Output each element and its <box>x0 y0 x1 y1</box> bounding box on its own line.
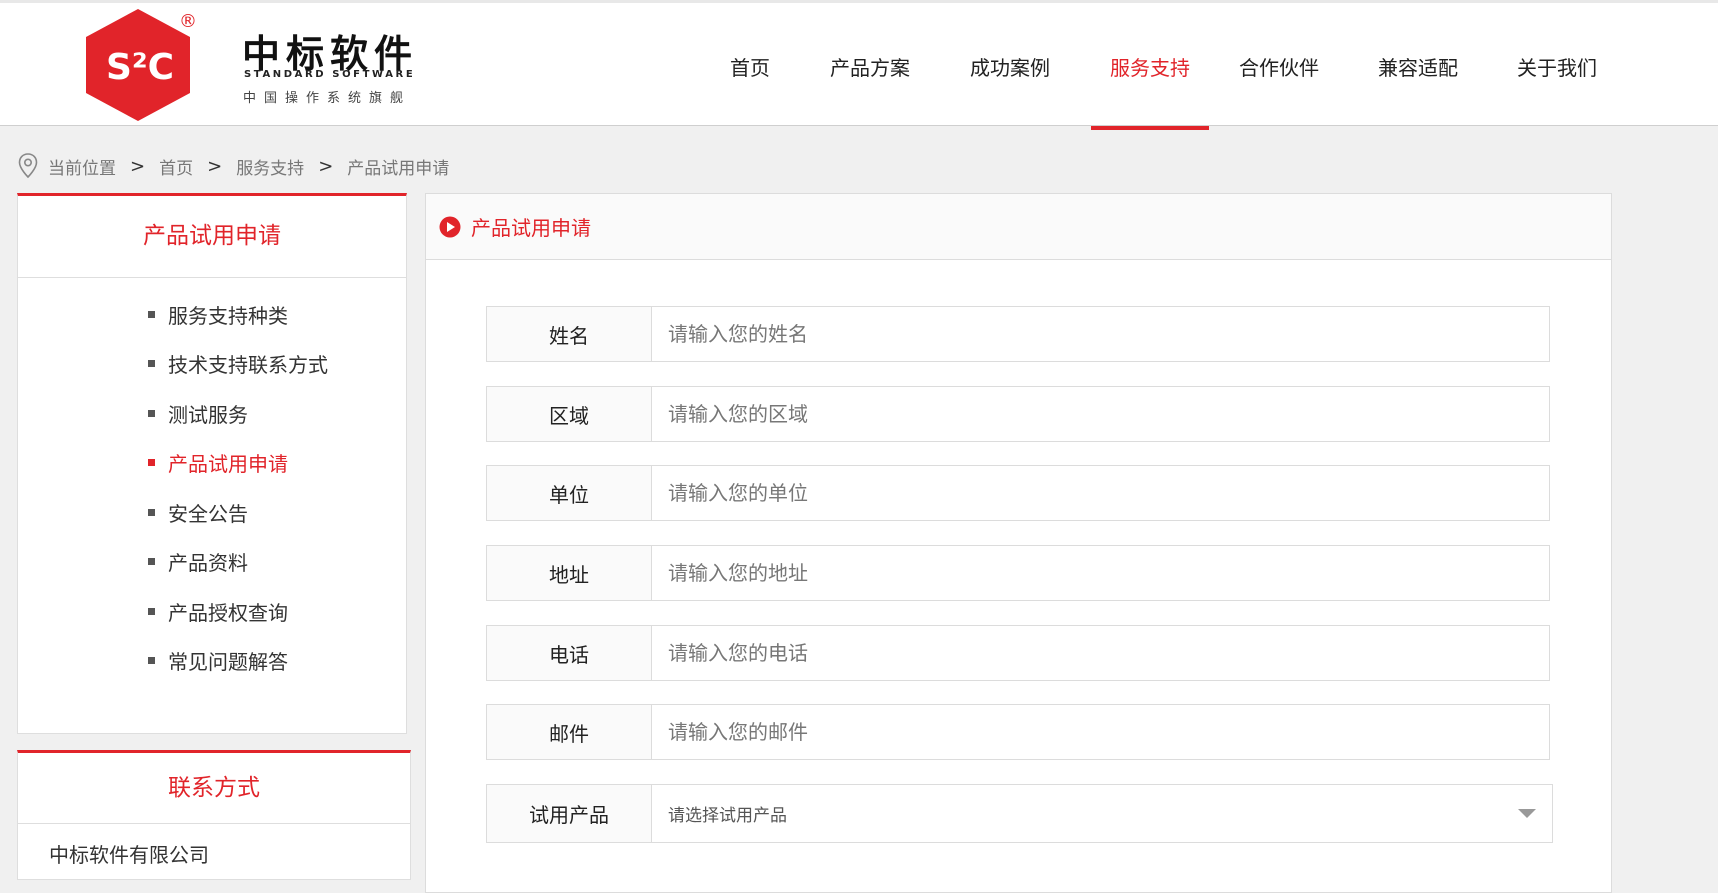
field-label: 单位 <box>487 466 652 520</box>
contact-box: 联系方式 中标软件有限公司 <box>17 750 411 880</box>
form-row-phone: 电话 <box>486 625 1550 681</box>
contact-company: 中标软件有限公司 <box>49 843 209 867</box>
nav-item-products[interactable]: 产品方案 <box>800 3 940 129</box>
region-input[interactable] <box>652 387 1549 441</box>
sidebar-item-label: 常见问题解答 <box>168 650 288 674</box>
phone-input[interactable] <box>652 626 1549 680</box>
bullet-icon <box>148 360 155 367</box>
field-label: 邮件 <box>487 705 652 759</box>
sidebar-item-tech-contact[interactable]: 技术支持联系方式 <box>148 349 328 378</box>
field-label: 姓名 <box>487 307 652 361</box>
breadcrumb-link-home[interactable]: 首页 <box>159 154 193 179</box>
sidebar-item-label: 产品试用申请 <box>168 452 288 476</box>
nav-item-support[interactable]: 服务支持 <box>1091 3 1209 130</box>
nav-item-partners[interactable]: 合作伙伴 <box>1220 3 1338 129</box>
sidebar-item-security-notice[interactable]: 安全公告 <box>148 498 248 527</box>
breadcrumb-prefix: 当前位置 <box>48 158 116 179</box>
trial-application-panel: 产品试用申请 姓名 区域 单位 地址 电话 邮件 试用产品 请选择试用产品 <box>425 193 1612 893</box>
breadcrumb-separator: > <box>130 155 146 177</box>
svg-text:®: ® <box>179 11 197 32</box>
bullet-icon <box>148 410 155 417</box>
svg-text:S²C: S²C <box>106 47 174 88</box>
play-circle-icon <box>439 216 461 237</box>
field-label: 地址 <box>487 546 652 600</box>
organization-input[interactable] <box>652 466 1549 520</box>
site-header: S²C ® 中标软件 STANDARD SOFTWARE 中国操作系统旗舰 首页… <box>0 0 1718 130</box>
nav-item-compatibility[interactable]: 兼容适配 <box>1338 3 1498 129</box>
address-input[interactable] <box>652 546 1549 600</box>
bullet-icon <box>148 608 155 615</box>
sidebar-item-label: 产品授权查询 <box>168 601 288 625</box>
sidebar-item-product-docs[interactable]: 产品资料 <box>148 547 248 576</box>
bullet-icon <box>148 459 155 466</box>
field-label: 电话 <box>487 626 652 680</box>
product-select-value: 请选择试用产品 <box>668 806 787 826</box>
product-select[interactable]: 请选择试用产品 <box>652 785 1552 842</box>
brand-name-en: STANDARD SOFTWARE <box>244 69 416 80</box>
sidebar-item-support-types[interactable]: 服务支持种类 <box>148 300 288 329</box>
breadcrumb-current: 产品试用申请 <box>347 158 450 179</box>
contact-title: 联系方式 <box>18 753 410 824</box>
field-label: 试用产品 <box>487 785 652 842</box>
panel-header: 产品试用申请 <box>426 194 1611 260</box>
sidebar-menu: 产品试用申请 服务支持种类 技术支持联系方式 测试服务 产品试用申请 安全公告 … <box>17 193 407 734</box>
sidebar-item-testing[interactable]: 测试服务 <box>148 399 248 428</box>
sidebar-title: 产品试用申请 <box>18 196 406 278</box>
bullet-icon <box>148 509 155 516</box>
sidebar-item-faq[interactable]: 常见问题解答 <box>148 646 288 675</box>
email-input[interactable] <box>652 705 1549 759</box>
brand-slogan: 中国操作系统旗舰 <box>243 91 412 106</box>
form-row-name: 姓名 <box>486 306 1550 362</box>
form-row-email: 邮件 <box>486 704 1550 760</box>
sidebar-item-label: 服务支持种类 <box>168 304 288 328</box>
bullet-icon <box>148 311 155 318</box>
form-row-address: 地址 <box>486 545 1550 601</box>
nav-item-cases[interactable]: 成功案例 <box>940 3 1080 129</box>
main-nav: 首页 产品方案 成功案例 服务支持 合作伙伴 兼容适配 关于我们 <box>700 3 1616 130</box>
breadcrumb-separator: > <box>318 155 334 177</box>
sidebar-item-label: 安全公告 <box>168 502 248 526</box>
form-row-product: 试用产品 请选择试用产品 <box>486 784 1553 843</box>
s2c-logo-badge-icon: S²C ® <box>86 9 197 121</box>
breadcrumb: 当前位置 > 首页 > 服务支持 > 产品试用申请 <box>18 153 449 179</box>
chevron-down-icon <box>1518 809 1536 818</box>
sidebar-item-label: 产品资料 <box>168 551 248 575</box>
breadcrumb-separator: > <box>207 155 223 177</box>
sidebar-item-label: 技术支持联系方式 <box>168 353 328 377</box>
breadcrumb-link-support[interactable]: 服务支持 <box>236 154 304 179</box>
sidebar-item-license-query[interactable]: 产品授权查询 <box>148 597 288 626</box>
location-pin-icon <box>18 153 38 179</box>
form-row-region: 区域 <box>486 386 1550 442</box>
field-label: 区域 <box>487 387 652 441</box>
bullet-icon <box>148 657 155 664</box>
nav-item-about[interactable]: 关于我们 <box>1498 3 1616 129</box>
bullet-icon <box>148 558 155 565</box>
site-logo[interactable]: S²C ® 中标软件 STANDARD SOFTWARE 中国操作系统旗舰 <box>80 7 440 125</box>
sidebar-item-label: 测试服务 <box>168 403 248 427</box>
panel-title: 产品试用申请 <box>471 216 591 240</box>
nav-item-home[interactable]: 首页 <box>700 3 800 129</box>
name-input[interactable] <box>652 307 1549 361</box>
form-row-organization: 单位 <box>486 465 1550 521</box>
sidebar-item-trial-application[interactable]: 产品试用申请 <box>148 448 288 477</box>
